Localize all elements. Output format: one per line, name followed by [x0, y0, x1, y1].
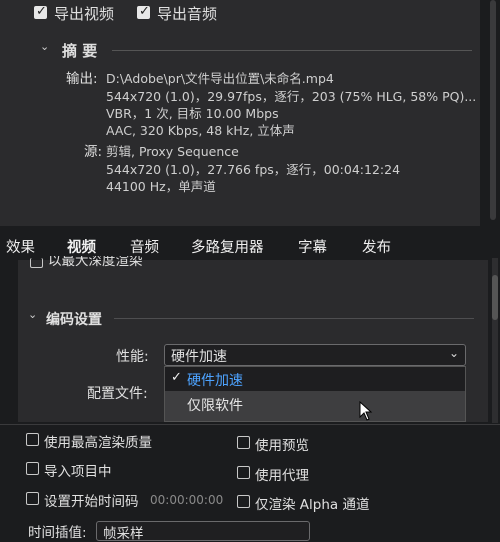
import-into-project-label: 导入项目中: [44, 464, 112, 480]
export-video-label: 导出视频: [54, 5, 115, 23]
summary-collapse-icon[interactable]: ⌄: [40, 40, 49, 53]
time-interpolation-label: 时间插值:: [28, 525, 87, 541]
import-into-project-checkbox[interactable]: [26, 462, 39, 475]
tab-effects[interactable]: 效果: [6, 236, 35, 257]
mouse-cursor-icon: [359, 401, 373, 421]
max-depth-label-clip: 以最大深度渲染: [48, 256, 208, 268]
encoding-collapse-icon[interactable]: ⌄: [28, 308, 37, 321]
tab-publish[interactable]: 发布: [362, 236, 391, 257]
profile-label: 配置文件:: [87, 386, 148, 402]
encoding-divider: [114, 318, 474, 319]
source-label: 源:: [84, 144, 103, 160]
use-max-quality-checkbox[interactable]: [26, 433, 39, 446]
panel-scrollbar-thumb[interactable]: [492, 275, 498, 320]
performance-value: 硬件加速: [171, 349, 227, 365]
render-alpha-label: 仅渲染 Alpha 通道: [255, 497, 370, 513]
output-label: 输出:: [66, 71, 98, 87]
performance-dropdown-menu: ✓ 硬件加速 仅限软件: [164, 366, 466, 422]
summary-divider: [112, 50, 472, 51]
max-depth-checkbox[interactable]: [30, 258, 43, 268]
set-start-timecode-checkbox[interactable]: [26, 492, 39, 505]
tab-captions[interactable]: 字幕: [298, 236, 327, 257]
time-interpolation-dropdown[interactable]: 帧采样: [96, 521, 310, 542]
performance-dropdown[interactable]: 硬件加速 ⌄: [164, 344, 466, 366]
checkmark-icon: ✓: [171, 370, 182, 385]
source-clip: 剪辑, Proxy Sequence: [106, 144, 239, 159]
tab-audio[interactable]: 音频: [130, 236, 159, 257]
chevron-down-icon: ⌄: [448, 346, 459, 360]
output-audio-spec: AAC, 320 Kbps, 48 kHz, 立体声: [106, 123, 295, 138]
dropdown-option-hardware-label: 硬件加速: [187, 373, 243, 389]
tab-multiplexer[interactable]: 多路复用器: [191, 236, 264, 257]
export-audio-checkbox[interactable]: [137, 4, 150, 19]
start-timecode-value[interactable]: 00:00:00:00: [150, 493, 223, 507]
set-start-timecode-label: 设置开始时间码: [44, 494, 139, 510]
use-proxy-checkbox[interactable]: [237, 466, 250, 479]
performance-label: 性能:: [116, 349, 149, 365]
render-alpha-checkbox[interactable]: [237, 495, 250, 508]
summary-title: 摘 要: [62, 42, 98, 60]
use-proxy-label: 使用代理: [255, 468, 309, 484]
output-path: D:\Adobe\pr\文件导出位置\未命名.mp4: [106, 71, 334, 86]
dropdown-option-software-label: 仅限软件: [187, 398, 243, 414]
dropdown-option-software[interactable]: 仅限软件: [165, 391, 465, 421]
use-max-quality-label: 使用最高渲染质量: [44, 435, 152, 451]
time-interpolation-value: 帧采样: [103, 526, 144, 542]
summary-scrollbar[interactable]: [490, 0, 496, 220]
bottom-divider: [0, 424, 500, 425]
export-video-checkbox[interactable]: [34, 4, 47, 19]
max-depth-label: 以最大深度渲染: [48, 256, 143, 268]
tab-video[interactable]: 视频: [67, 236, 96, 257]
use-preview-checkbox[interactable]: [237, 436, 250, 449]
dropdown-option-hardware[interactable]: ✓ 硬件加速: [165, 367, 465, 391]
encoding-settings-title: 编码设置: [46, 312, 102, 328]
source-audio-spec: 44100 Hz，单声道: [106, 179, 216, 194]
export-audio-label: 导出音频: [157, 5, 218, 23]
use-preview-label: 使用预览: [255, 438, 309, 454]
